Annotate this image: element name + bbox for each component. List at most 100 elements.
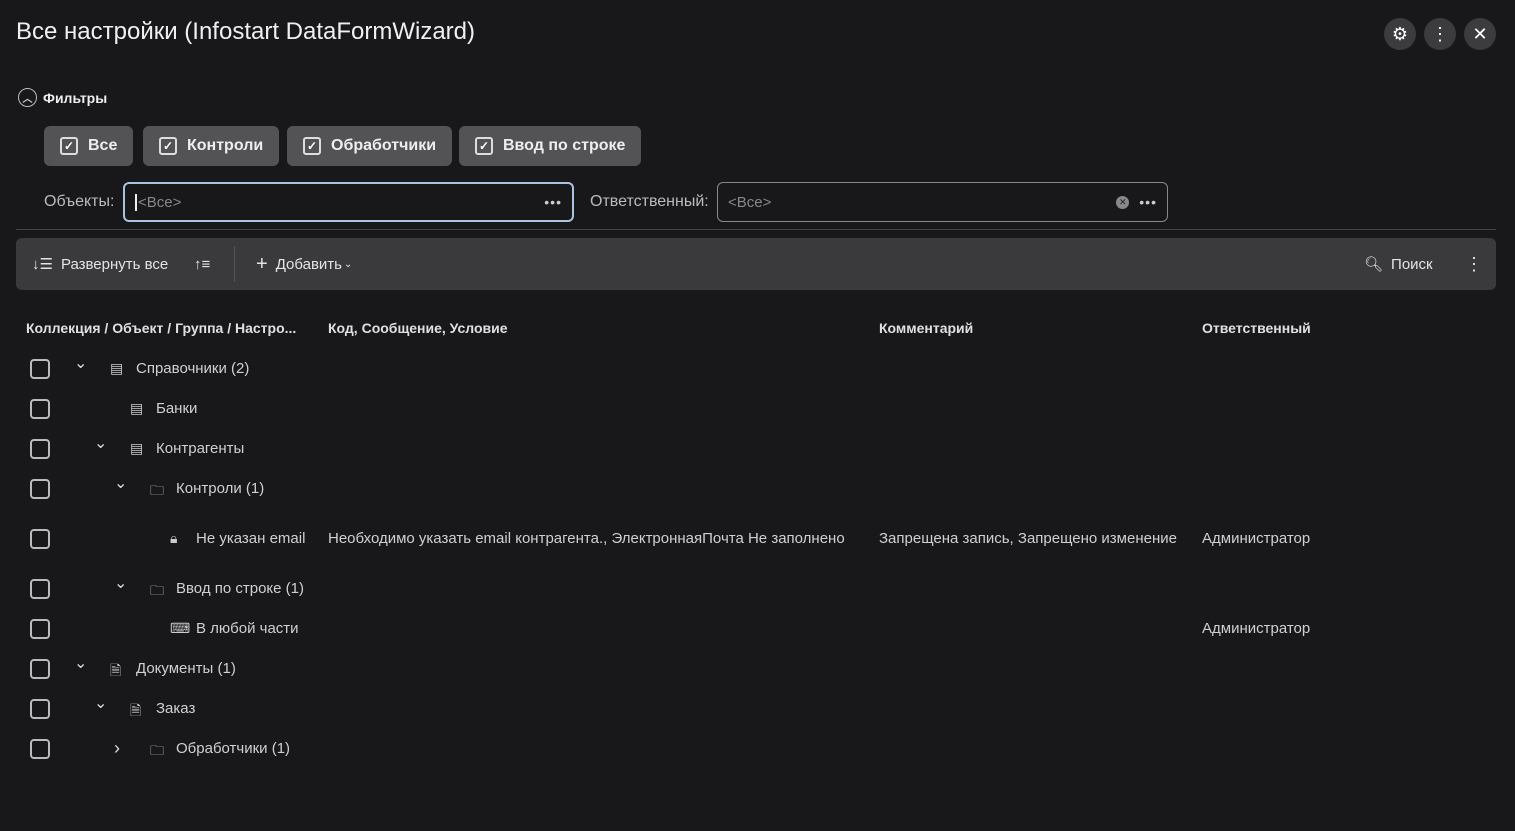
filter-chip-handlers[interactable]: ✓ Обработчики bbox=[287, 126, 453, 166]
row-checkbox[interactable] bbox=[30, 399, 50, 419]
checkbox-checked-icon: ✓ bbox=[60, 137, 78, 155]
chevron-up-icon: ︿ bbox=[18, 88, 37, 107]
clear-icon[interactable]: ✕ bbox=[1116, 195, 1130, 209]
search-icon: 🔍︎ bbox=[1364, 256, 1384, 273]
row-checkbox[interactable] bbox=[30, 479, 50, 499]
row-responsible: Администратор bbox=[1202, 530, 1311, 547]
filter-chip-controls[interactable]: ✓ Контроли bbox=[143, 126, 280, 166]
row-name: Ввод по строке (1) bbox=[176, 580, 304, 597]
folder-code-icon: 🗀 bbox=[150, 742, 164, 758]
objects-label: Объекты: bbox=[44, 193, 115, 210]
chevron-down-icon[interactable]: ⌄ bbox=[94, 433, 107, 453]
folder-lock-icon: 🗀 bbox=[150, 482, 164, 498]
table-row[interactable]: ⌄ 🗀 Ввод по строке (1) bbox=[0, 569, 1515, 609]
header-comment[interactable]: Комментарий bbox=[879, 320, 973, 336]
row-name: В любой части bbox=[196, 620, 299, 637]
catalog-icon: ▤ bbox=[130, 400, 144, 416]
row-checkbox[interactable] bbox=[30, 739, 50, 759]
add-button[interactable]: + Добавить ⌄ bbox=[256, 238, 352, 290]
filters-label: Фильтры bbox=[43, 89, 108, 106]
table-row[interactable]: ⌄ 🗎 Заказ bbox=[0, 689, 1515, 729]
checkbox-checked-icon: ✓ bbox=[303, 137, 321, 155]
chip-label: Обработчики bbox=[331, 137, 437, 154]
filter-chip-all[interactable]: ✓ Все bbox=[44, 126, 134, 166]
chip-label: Контроли bbox=[187, 137, 264, 154]
row-checkbox[interactable] bbox=[30, 659, 50, 679]
checkbox-checked-icon: ✓ bbox=[159, 137, 177, 155]
responsible-input[interactable]: <Все> ✕ ••• bbox=[717, 182, 1168, 222]
row-name: Заказ bbox=[156, 700, 196, 717]
row-checkbox[interactable] bbox=[30, 619, 50, 639]
sort-icon: ↑≡ bbox=[194, 255, 211, 273]
chip-label: Все bbox=[88, 137, 118, 154]
chevron-down-icon: ⌄ bbox=[343, 258, 353, 270]
row-checkbox[interactable] bbox=[30, 699, 50, 719]
ellipsis-icon[interactable]: ••• bbox=[1139, 194, 1157, 210]
close-button[interactable]: ✕ bbox=[1464, 18, 1496, 50]
more-vertical-icon: ⋮ bbox=[1431, 23, 1449, 44]
row-name: Контрагенты bbox=[156, 440, 245, 457]
search-label: Поиск bbox=[1391, 255, 1433, 273]
add-label: Добавить bbox=[275, 255, 342, 273]
table-row[interactable]: ⌄ 🗎 Документы (1) bbox=[0, 649, 1515, 689]
responsible-placeholder: <Все> bbox=[728, 193, 772, 211]
filter-chip-line-input[interactable]: ✓ Ввод по строке bbox=[459, 126, 642, 166]
row-name: Не указан email bbox=[196, 530, 306, 547]
ellipsis-icon[interactable]: ••• bbox=[544, 194, 562, 210]
table-row[interactable]: ⌄ ▤ Справочники (2) bbox=[0, 349, 1515, 389]
row-checkbox[interactable] bbox=[30, 359, 50, 379]
table-row[interactable]: ▤ Банки bbox=[0, 389, 1515, 429]
chevron-right-icon[interactable]: › bbox=[114, 738, 120, 759]
table-row[interactable]: › 🗀 Обработчики (1) bbox=[0, 729, 1515, 769]
settings-button[interactable]: ⚙ bbox=[1384, 18, 1416, 50]
catalog-icon: ▤ bbox=[110, 360, 124, 376]
row-name: Документы (1) bbox=[136, 660, 236, 677]
expand-all-label: Развернуть все bbox=[60, 255, 169, 273]
row-checkbox[interactable] bbox=[30, 529, 50, 549]
header-code[interactable]: Код, Сообщение, Условие bbox=[328, 320, 508, 336]
row-name: Банки bbox=[156, 400, 198, 417]
search-button[interactable]: 🔍︎ Поиск bbox=[1364, 238, 1433, 290]
document-icon: 🗎 bbox=[110, 662, 122, 678]
objects-placeholder: <Все> bbox=[135, 193, 181, 211]
window-title: Все настройки (Infostart DataFormWizard) bbox=[16, 18, 476, 45]
row-code: Необходимо указать email контрагента., Э… bbox=[328, 530, 845, 547]
catalog-icon: ▤ bbox=[130, 440, 144, 456]
chevron-down-icon[interactable]: ⌄ bbox=[114, 473, 127, 493]
chevron-down-icon[interactable]: ⌄ bbox=[94, 693, 107, 713]
header-responsible[interactable]: Ответственный bbox=[1202, 320, 1311, 336]
chevron-down-icon[interactable]: ⌄ bbox=[74, 653, 87, 673]
plus-icon: + bbox=[256, 252, 268, 275]
keyboard-icon: ⌨ bbox=[170, 620, 191, 636]
row-name: Обработчики (1) bbox=[176, 740, 291, 757]
more-button[interactable]: ⋮ bbox=[1424, 18, 1456, 50]
folder-keyboard-icon: 🗀 bbox=[150, 582, 164, 598]
toolbar-more-button[interactable]: ⋮ bbox=[1465, 238, 1483, 290]
filters-toggle[interactable]: ︿ Фильтры bbox=[18, 88, 107, 107]
chevron-down-icon[interactable]: ⌄ bbox=[74, 353, 87, 373]
toolbar-separator bbox=[234, 246, 235, 282]
table-row[interactable]: ⌄ 🗀 Контроли (1) bbox=[0, 469, 1515, 509]
checkbox-checked-icon: ✓ bbox=[475, 137, 493, 155]
table-row[interactable]: ⌄ ▤ Контрагенты bbox=[0, 429, 1515, 469]
close-icon: ✕ bbox=[1472, 23, 1488, 44]
header-collection[interactable]: Коллекция / Объект / Группа / Настро... bbox=[26, 320, 296, 336]
toolbar: ↓☰ Развернуть все ↑≡ + Добавить ⌄ 🔍︎ Поиск ⋮ bbox=[16, 238, 1496, 290]
row-comment: Запрещена запись, Запрещено изменение bbox=[879, 530, 1177, 547]
objects-input[interactable]: <Все> ••• bbox=[123, 182, 574, 222]
row-checkbox[interactable] bbox=[30, 439, 50, 459]
chip-label: Ввод по строке bbox=[503, 137, 626, 154]
row-name: Справочники (2) bbox=[136, 360, 250, 377]
table-row[interactable]: ⌨ В любой части Администратор bbox=[0, 609, 1515, 649]
chevron-down-icon[interactable]: ⌄ bbox=[114, 573, 127, 593]
row-name: Контроли (1) bbox=[176, 480, 265, 497]
row-responsible: Администратор bbox=[1202, 620, 1311, 637]
lock-icon: 🔒︎ bbox=[170, 530, 178, 546]
more-vertical-icon: ⋮ bbox=[1465, 253, 1483, 274]
row-checkbox[interactable] bbox=[30, 579, 50, 599]
responsible-label: Ответственный: bbox=[590, 193, 709, 210]
sort-button[interactable]: ↑≡ bbox=[194, 238, 210, 290]
table-row[interactable]: 🔒︎ Не указан email Необходимо указать emai… bbox=[0, 519, 1515, 559]
gear-icon: ⚙ bbox=[1391, 23, 1409, 44]
expand-all-button[interactable]: ↓☰ Развернуть все bbox=[32, 238, 168, 290]
